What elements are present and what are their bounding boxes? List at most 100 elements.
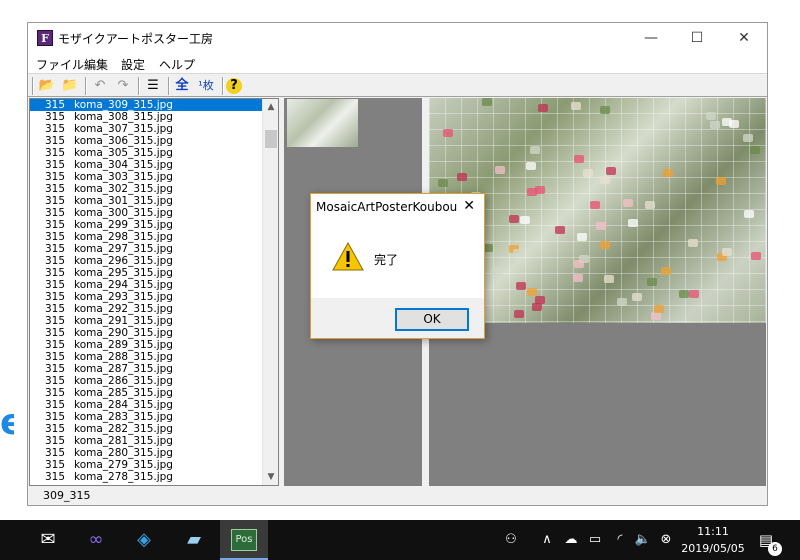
scroll-up-arrow-icon[interactable]: ▲ bbox=[263, 99, 278, 115]
list-item-count: 315 bbox=[45, 387, 66, 399]
people-icon[interactable]: ⚇ bbox=[501, 530, 521, 550]
list-item[interactable]: 315 koma_305_315.jpg bbox=[30, 147, 264, 159]
list-item[interactable]: 315 koma_283_315.jpg bbox=[30, 411, 264, 423]
blocked-icon[interactable]: ⊗ bbox=[656, 530, 676, 550]
list-item[interactable]: 315 koma_284_315.jpg bbox=[30, 399, 264, 411]
select-all-icon[interactable]: 全 bbox=[172, 76, 192, 96]
list-item[interactable]: 315 koma_278_315.jpg bbox=[30, 471, 264, 483]
list-item[interactable]: 315 koma_291_315.jpg bbox=[30, 315, 264, 327]
list-item[interactable]: 315 koma_286_315.jpg bbox=[30, 375, 264, 387]
menu-file[interactable]: ファイル bbox=[36, 56, 84, 73]
list-item-count: 315 bbox=[45, 171, 66, 183]
dialog-close-icon[interactable]: ✕ bbox=[463, 198, 475, 214]
menu-settings[interactable]: 設定 bbox=[121, 56, 145, 73]
list-item[interactable]: 315 koma_289_315.jpg bbox=[30, 339, 264, 351]
mosaic-tile bbox=[606, 167, 616, 175]
mosaic-tile bbox=[743, 134, 753, 142]
list-item[interactable]: 315 koma_297_315.jpg bbox=[30, 243, 264, 255]
list-item-count: 315 bbox=[45, 459, 66, 471]
chevron-up-icon[interactable]: ∧ bbox=[537, 530, 557, 550]
list-item[interactable]: 315 koma_300_315.jpg bbox=[30, 207, 264, 219]
mosaic-tile bbox=[751, 252, 761, 260]
list-item[interactable]: 315 koma_282_315.jpg bbox=[30, 423, 264, 435]
one-sheet-icon[interactable]: ¹枚 bbox=[194, 76, 218, 96]
list-item[interactable]: 315 koma_292_315.jpg bbox=[30, 303, 264, 315]
mosaic-tile bbox=[532, 303, 542, 311]
ok-button[interactable]: OK bbox=[395, 308, 469, 331]
volume-icon[interactable]: 🔈 bbox=[633, 530, 653, 550]
clock-date: 2019/05/05 bbox=[681, 542, 745, 555]
list-item-count: 315 bbox=[45, 375, 66, 387]
mosaic-tile bbox=[438, 179, 448, 187]
list-item[interactable]: 315 koma_294_315.jpg bbox=[30, 279, 264, 291]
tablet-app-icon[interactable]: ▰ bbox=[170, 520, 218, 560]
open-folder-icon[interactable]: 📂 bbox=[37, 76, 57, 96]
list-item-filename: koma_288_315.jpg bbox=[74, 351, 173, 363]
list-item[interactable]: 315 koma_303_315.jpg bbox=[30, 171, 264, 183]
maximize-button[interactable]: ☐ bbox=[674, 23, 720, 53]
file-list[interactable]: 315 koma_309_315.jpg 315 koma_308_315.jpg 31… bbox=[29, 98, 279, 486]
list-item[interactable]: 315 koma_290_315.jpg bbox=[30, 327, 264, 339]
undo-icon[interactable]: ↶ bbox=[90, 76, 110, 96]
list-item[interactable]: 315 koma_279_315.jpg bbox=[30, 459, 264, 471]
mosaic-tile bbox=[600, 176, 610, 184]
list-icon[interactable]: ☰ bbox=[143, 76, 163, 96]
cloud-icon[interactable]: ☁ bbox=[561, 530, 581, 550]
list-item-filename: koma_291_315.jpg bbox=[74, 315, 173, 327]
mosaic-tile bbox=[520, 216, 530, 224]
battery-icon[interactable]: ▭ bbox=[585, 530, 605, 550]
scroll-down-arrow-icon[interactable]: ▼ bbox=[263, 469, 278, 485]
list-item-filename: koma_284_315.jpg bbox=[74, 399, 173, 411]
list-item[interactable]: 315 koma_309_315.jpg bbox=[30, 99, 264, 111]
list-item[interactable]: 315 koma_295_315.jpg bbox=[30, 267, 264, 279]
infinity-app-icon[interactable]: ∞ bbox=[72, 520, 120, 560]
list-item-filename: koma_307_315.jpg bbox=[74, 123, 173, 135]
mosaic-tile bbox=[516, 282, 526, 290]
list-item[interactable]: 315 koma_287_315.jpg bbox=[30, 363, 264, 375]
menu-edit[interactable]: 編集 bbox=[84, 56, 108, 73]
wifi-icon[interactable]: ◜ bbox=[610, 530, 630, 550]
mosaic-tile bbox=[527, 288, 537, 296]
new-folder-icon[interactable]: 📁 bbox=[60, 76, 80, 96]
list-item[interactable]: 315 koma_288_315.jpg bbox=[30, 351, 264, 363]
scroll-thumb[interactable] bbox=[265, 130, 277, 148]
vpn-app-icon[interactable]: ◈ bbox=[120, 520, 168, 560]
mosaic-tile bbox=[573, 274, 583, 282]
list-item[interactable]: 315 koma_306_315.jpg bbox=[30, 135, 264, 147]
list-item[interactable]: 315 koma_299_315.jpg bbox=[30, 219, 264, 231]
menu-help[interactable]: ヘルプ bbox=[159, 56, 195, 73]
mail-icon[interactable]: ✉ bbox=[24, 520, 72, 560]
clock[interactable]: 11:11 2019/05/05 bbox=[680, 523, 746, 557]
edge-browser-icon[interactable]: e bbox=[0, 404, 14, 442]
mosaic-tile bbox=[577, 233, 587, 241]
mosaic-tile bbox=[744, 210, 754, 218]
list-item[interactable]: 315 koma_308_315.jpg bbox=[30, 111, 264, 123]
list-item[interactable]: 315 koma_281_315.jpg bbox=[30, 435, 264, 447]
mosaic-tile bbox=[716, 177, 726, 185]
minimize-button[interactable]: — bbox=[628, 23, 674, 53]
list-item[interactable]: 315 koma_298_315.jpg bbox=[30, 231, 264, 243]
redo-icon[interactable]: ↷ bbox=[113, 76, 133, 96]
help-icon[interactable]: ? bbox=[226, 78, 242, 94]
list-item[interactable]: 315 koma_296_315.jpg bbox=[30, 255, 264, 267]
list-item-filename: koma_293_315.jpg bbox=[74, 291, 173, 303]
close-button[interactable]: ✕ bbox=[721, 23, 767, 53]
list-item-count: 315 bbox=[45, 183, 66, 195]
list-item[interactable]: 315 koma_302_315.jpg bbox=[30, 183, 264, 195]
list-item-count: 315 bbox=[45, 351, 66, 363]
app-icon: F bbox=[37, 30, 53, 46]
list-item[interactable]: 315 koma_293_315.jpg bbox=[30, 291, 264, 303]
list-item[interactable]: 315 koma_301_315.jpg bbox=[30, 195, 264, 207]
list-item-count: 315 bbox=[45, 399, 66, 411]
list-scrollbar[interactable]: ▲ ▼ bbox=[262, 99, 278, 485]
list-item-filename: koma_296_315.jpg bbox=[74, 255, 173, 267]
list-item[interactable]: 315 koma_304_315.jpg bbox=[30, 159, 264, 171]
list-item[interactable]: 315 koma_307_315.jpg bbox=[30, 123, 264, 135]
mosaic-tile bbox=[654, 305, 664, 313]
mosaic-tile bbox=[491, 267, 501, 275]
mosaic-app-taskbar-button[interactable]: Pos bbox=[220, 520, 268, 560]
list-item-filename: koma_290_315.jpg bbox=[74, 327, 173, 339]
list-item[interactable]: 315 koma_280_315.jpg bbox=[30, 447, 264, 459]
list-item-filename: koma_292_315.jpg bbox=[74, 303, 173, 315]
list-item[interactable]: 315 koma_285_315.jpg bbox=[30, 387, 264, 399]
